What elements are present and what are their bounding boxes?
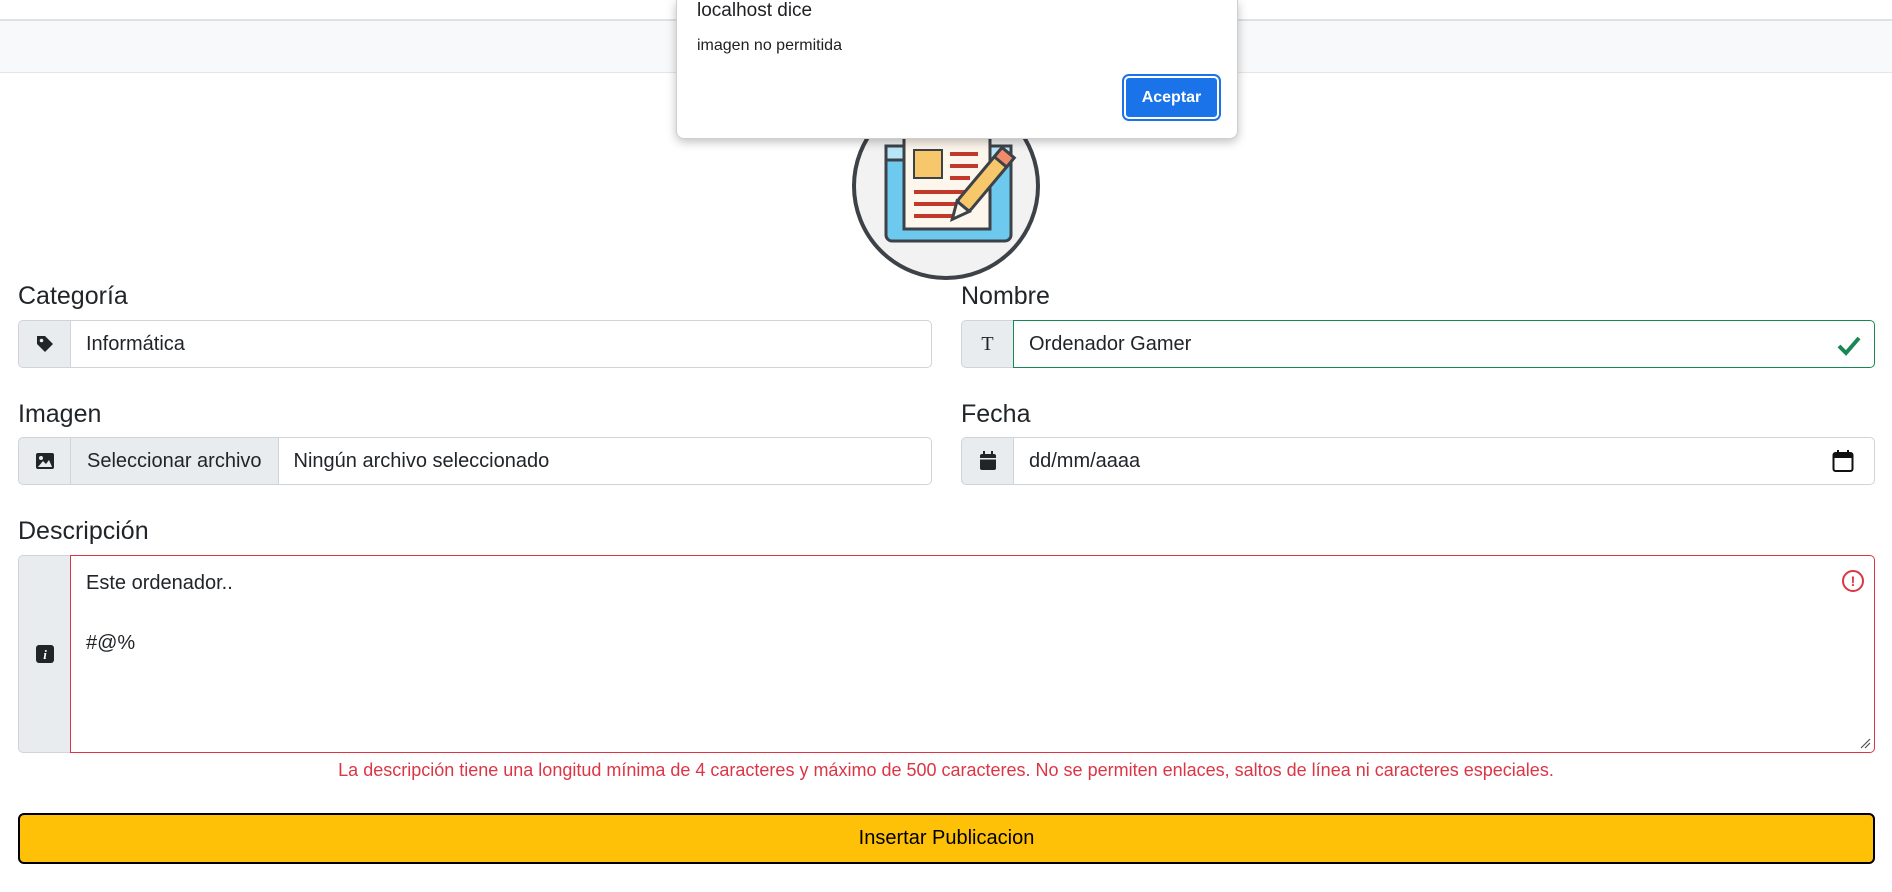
fecha-placeholder: dd/mm/aaaa <box>1029 449 1141 472</box>
image-icon <box>18 437 70 485</box>
insert-publication-button[interactable]: Insertar Publicacion <box>18 813 1875 864</box>
dialog-message: imagen no permitida <box>697 37 842 54</box>
info-icon: i <box>18 555 70 753</box>
error-icon: ! <box>1842 570 1864 592</box>
imagen-label: Imagen <box>18 400 102 428</box>
nombre-value: Ordenador Gamer <box>1029 332 1192 355</box>
select-file-button[interactable]: Seleccionar archivo <box>70 437 279 485</box>
dialog-title: localhost dice <box>697 0 813 21</box>
fecha-label: Fecha <box>961 400 1031 428</box>
imagen-group: Seleccionar archivo Ningún archivo selec… <box>18 437 932 485</box>
tag-icon <box>18 320 70 368</box>
descripcion-textarea[interactable]: Este ordenador.. #@% ! <box>70 555 1875 753</box>
descripcion-label: Descripción <box>18 517 149 545</box>
svg-text:i: i <box>43 647 47 662</box>
text-t-icon: T <box>961 320 1013 368</box>
fecha-input[interactable]: dd/mm/aaaa <box>1013 437 1875 485</box>
descripcion-line-3: #@% <box>86 632 136 654</box>
descripcion-group: i Este ordenador.. #@% ! <box>18 555 1875 753</box>
file-name-display[interactable]: Ningún archivo seleccionado <box>278 437 932 485</box>
accept-button[interactable]: Aceptar <box>1122 74 1221 121</box>
alert-dialog: localhost dice imagen no permitida Acept… <box>676 0 1238 139</box>
descripcion-line-1: Este ordenador.. <box>86 572 233 594</box>
resize-handle-icon[interactable] <box>1859 737 1871 749</box>
fecha-group: dd/mm/aaaa <box>961 437 1875 485</box>
nombre-input[interactable]: Ordenador Gamer <box>1013 320 1875 368</box>
descripcion-feedback: La descripción tiene una longitud mínima… <box>338 760 1554 780</box>
categoria-select[interactable]: Informática <box>70 320 932 368</box>
nombre-group: T Ordenador Gamer <box>961 320 1875 368</box>
categoria-label: Categoría <box>18 282 128 310</box>
check-icon <box>1837 336 1861 356</box>
calendar-picker-icon[interactable] <box>1832 449 1854 473</box>
nombre-label: Nombre <box>961 282 1050 310</box>
descripcion-line-2 <box>86 598 1859 628</box>
categoria-group: Informática <box>18 320 932 368</box>
calendar-icon <box>961 437 1013 485</box>
